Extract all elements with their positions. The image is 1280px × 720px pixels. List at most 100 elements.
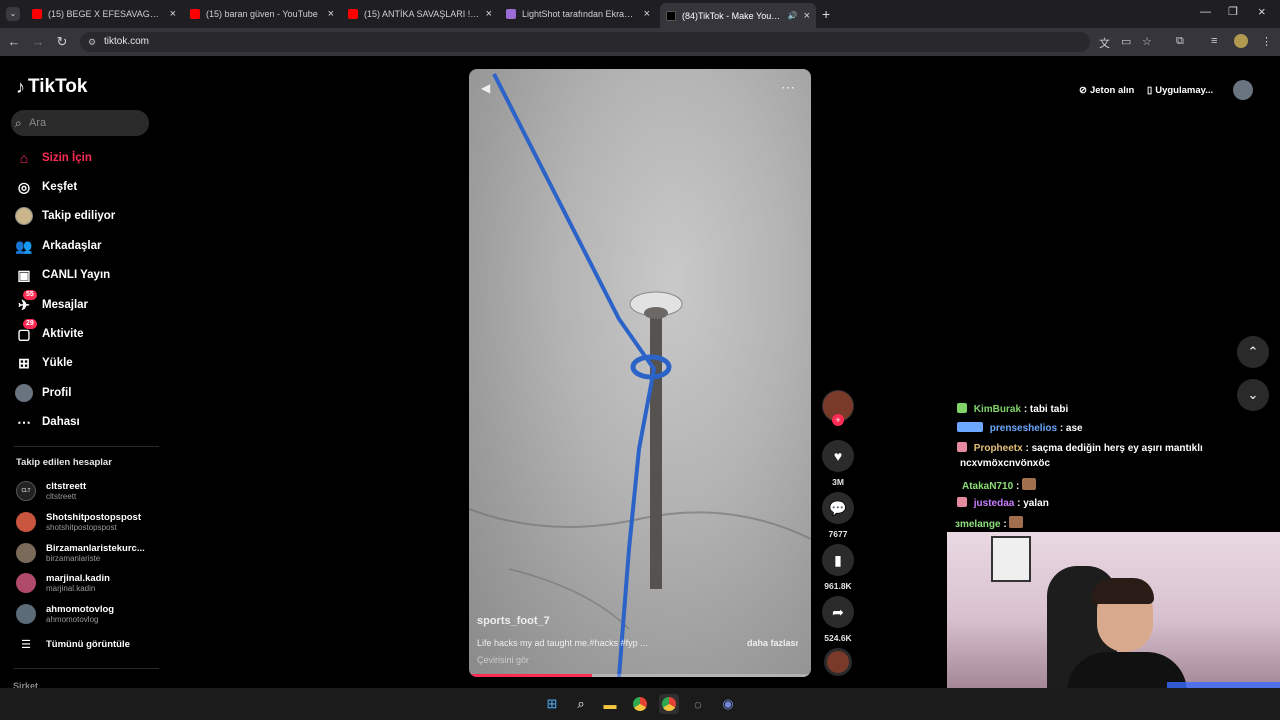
profile-avatar[interactable] xyxy=(1234,34,1248,48)
followed-account[interactable]: marjinal.kadin marjinal.kadin xyxy=(16,573,110,593)
chrome-active-icon[interactable] xyxy=(659,694,679,714)
chat-text: : ase xyxy=(1059,423,1083,434)
nav-profile[interactable]: Profil xyxy=(14,382,71,404)
nav-messages[interactable]: ✈ 55 Mesajlar xyxy=(14,290,88,316)
next-video-button[interactable]: ⌄ xyxy=(1237,379,1269,411)
music-disc-avatar[interactable] xyxy=(822,648,854,676)
chat-text: : xyxy=(1015,481,1020,492)
video-author[interactable]: sports_foot_7 xyxy=(477,615,550,627)
tab-title: (84)TikTok - Make Your Day xyxy=(682,10,782,21)
close-tab-icon[interactable]: × xyxy=(644,8,650,20)
followed-account[interactable]: CLT cltstreett cltstreett xyxy=(16,481,86,501)
close-tab-icon[interactable]: × xyxy=(328,8,334,20)
chat-user: justedaa xyxy=(973,498,1015,509)
chat-text: : yalan xyxy=(1017,498,1049,509)
obs-icon[interactable]: ◌ xyxy=(688,694,708,714)
bookmark-star-icon[interactable]: ☆ xyxy=(1142,35,1152,48)
site-info-icon[interactable]: ⚙ xyxy=(88,32,96,52)
nav-label: Yükle xyxy=(42,357,73,369)
search-placeholder: Ara xyxy=(29,117,47,129)
minimize-button[interactable]: — xyxy=(1200,6,1211,18)
search-input[interactable]: ⌕ Ara xyxy=(11,110,149,136)
browser-tab-1[interactable]: (15) BEGE X EFESAVAGE -AKBİL × xyxy=(26,4,182,24)
browser-tab-2[interactable]: (15) baran güven - YouTube × xyxy=(184,4,340,24)
nav-upload[interactable]: ⊞ Yükle xyxy=(14,352,73,374)
address-bar[interactable]: ⚙ tiktok.com xyxy=(80,32,1090,52)
nav-for-you[interactable]: ⌂ Sizin İçin xyxy=(14,147,92,169)
back-button[interactable]: ← xyxy=(6,34,22,49)
previous-video-button[interactable]: ⌃ xyxy=(1237,336,1269,368)
browser-tab-3[interactable]: (15) ANTİKA SAVAŞLARI ! Baran × xyxy=(342,4,498,24)
reading-list-icon[interactable]: ≡ xyxy=(1211,35,1217,47)
author-avatar[interactable]: + xyxy=(822,390,854,426)
browser-tab-4[interactable]: LightShot tarafından Ekran Görü × xyxy=(500,4,656,24)
avatar xyxy=(16,573,36,593)
close-tab-icon[interactable]: × xyxy=(486,8,492,20)
followed-account[interactable]: ahmomotovlog ahmomotovlog xyxy=(16,604,114,624)
upload-icon: ⊞ xyxy=(18,354,30,371)
nav-more[interactable]: ⋯ Dahası xyxy=(14,411,80,433)
followed-account[interactable]: Shotshitpostopspost shotshitpostopspost xyxy=(16,512,141,532)
get-app-button[interactable]: ▯ Uygulamay... xyxy=(1147,79,1213,101)
share-button[interactable]: ➦ 524.6K xyxy=(822,596,854,643)
mute-icon[interactable]: ◀︎ xyxy=(481,81,490,95)
browser-toolbar: ← → ↻ ⚙ tiktok.com 文 ▭ ☆ ⧉ ≡ ⋮ xyxy=(0,28,1280,56)
windows-start-icon[interactable]: ⊞ xyxy=(542,694,562,714)
menu-kebab-icon[interactable]: ⋮ xyxy=(1261,35,1272,48)
chat-message: justedaa : yalan xyxy=(957,497,1049,509)
caption-more-link[interactable]: daha fazlası xyxy=(747,638,798,648)
taskbar-search-icon[interactable]: ⌕ xyxy=(571,694,591,714)
extensions-icon[interactable]: ⧉ xyxy=(1176,35,1184,48)
video-progress-bar[interactable] xyxy=(469,674,811,677)
comment-button[interactable]: 💬 7677 xyxy=(822,492,854,539)
nav-following[interactable]: Takip ediliyor xyxy=(14,205,115,227)
messages-icon: ✈ 55 xyxy=(14,290,37,315)
nav-activity[interactable]: ▢ 29 Aktivite xyxy=(14,319,84,345)
new-tab-button[interactable]: + xyxy=(822,6,830,22)
user-avatar[interactable] xyxy=(1233,80,1253,100)
chrome-icon[interactable] xyxy=(630,694,650,714)
browser-tab-5-active[interactable]: (84)TikTok - Make Your Day 🔊 × xyxy=(660,3,816,28)
followed-account[interactable]: Birzamanlaristekurc... birzamanlariste xyxy=(16,543,145,563)
like-button[interactable]: ♥ 3M xyxy=(822,440,854,487)
nav-explore[interactable]: ◎ Keşfet xyxy=(14,176,77,198)
forward-button[interactable]: → xyxy=(30,34,46,49)
emote-icon xyxy=(1022,478,1037,490)
sidebar-divider xyxy=(14,668,159,669)
close-tab-icon[interactable]: × xyxy=(804,10,810,22)
close-window-button[interactable]: × xyxy=(1258,4,1266,19)
get-coins-button[interactable]: ⊘ Jeton alın xyxy=(1079,79,1134,101)
tab-search-icon[interactable]: ⌄ xyxy=(6,7,20,21)
speaker-icon[interactable]: 🔊 xyxy=(788,11,798,20)
account-name: cltstreett xyxy=(46,481,87,492)
nav-label: Takip ediliyor xyxy=(42,210,116,222)
file-explorer-icon[interactable]: ▬ xyxy=(600,694,620,714)
translate-icon[interactable]: 文 xyxy=(1099,35,1110,51)
see-all-link[interactable]: ☰ Tümünü görüntüle xyxy=(16,638,130,651)
restore-button[interactable]: ❐ xyxy=(1228,5,1238,18)
chat-user: ɜmelange xyxy=(955,519,1001,530)
video-options-icon[interactable]: ⋯ xyxy=(781,79,795,96)
avatar xyxy=(16,512,36,532)
tiktok-logo[interactable]: ♪ TikTok xyxy=(16,76,87,98)
discord-icon[interactable]: ◉ xyxy=(718,694,738,714)
save-button[interactable]: ▮ 961.8K xyxy=(822,544,854,591)
nav-friends[interactable]: 👥 Arkadaşlar xyxy=(14,235,101,257)
live-icon: ▣ xyxy=(17,266,31,283)
nav-live[interactable]: ▣ CANLI Yayın xyxy=(14,264,110,286)
video-player[interactable]: ◀︎ ⋯ sports_foot_7 Life hacks my ad taug… xyxy=(469,69,811,677)
nav-label: Arkadaşlar xyxy=(42,240,102,252)
activity-badge: 29 xyxy=(23,319,37,329)
video-progress-fill xyxy=(469,674,593,677)
reload-button[interactable]: ↻ xyxy=(54,34,70,50)
cast-icon[interactable]: ▭ xyxy=(1121,35,1131,48)
follow-plus-icon[interactable]: + xyxy=(832,414,844,426)
account-handle: cltstreett xyxy=(46,492,77,501)
following-avatar-icon xyxy=(14,206,34,226)
chat-message: AtakaN710 : xyxy=(962,478,1040,492)
close-tab-icon[interactable]: × xyxy=(170,8,176,20)
translate-link[interactable]: Çevirisini gör xyxy=(477,655,529,665)
profile-avatar-icon xyxy=(14,383,34,403)
nav-label: Keşfet xyxy=(42,181,78,193)
chat-message: ncxvmöxcnvönxöc xyxy=(960,458,1050,469)
